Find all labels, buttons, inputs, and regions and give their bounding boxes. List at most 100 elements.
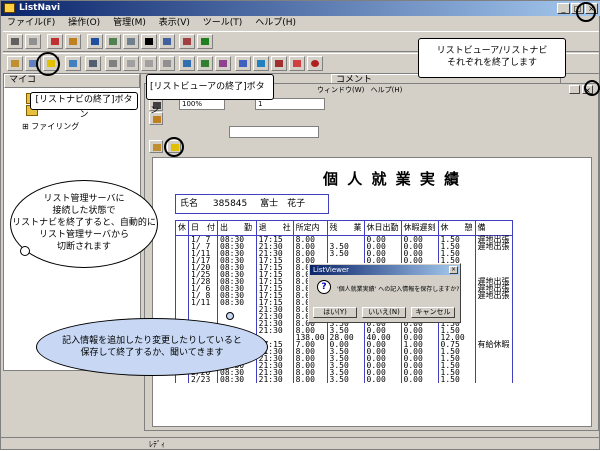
toolbar-button-9[interactable] (159, 34, 175, 49)
table-cell: 有給休暇 (474, 341, 513, 349)
menu-manage[interactable]: 管理(M) (113, 18, 146, 28)
table-cell: 3.50 (326, 376, 365, 384)
bubble-text: 保存して終了するか、聞いてきます (80, 348, 224, 358)
no-button[interactable]: いいえ(N) (362, 307, 406, 318)
table-cell (175, 271, 189, 278)
toolbar2-button-11[interactable] (197, 56, 213, 71)
table-cell: 退 社 (255, 220, 294, 236)
toolbar2-button-8[interactable] (141, 56, 157, 71)
dialog-title-bar: ListViewer (310, 265, 459, 275)
dialog-close-button[interactable]: × (449, 266, 458, 274)
font-select[interactable] (229, 126, 319, 138)
toolbar-button-3[interactable] (47, 34, 63, 49)
employee-id: 385845 (212, 199, 248, 209)
table-cell (175, 264, 189, 271)
toolbar-button-11[interactable] (197, 34, 213, 49)
toolbar2-button-4[interactable] (65, 56, 81, 71)
name-label: 氏名 (180, 199, 199, 209)
dialog-title: ListViewer (313, 266, 350, 274)
status-bar: ﾚﾃﾞｨ (1, 437, 600, 451)
table-cell: 備 (474, 220, 513, 236)
toolbar2-button-5[interactable] (85, 56, 101, 71)
toolbar2-button-17[interactable] (307, 56, 323, 71)
dialog-message: '個人就業実績' への記入情報を保存しますか? (337, 286, 460, 293)
toolbar2-button-16[interactable] (289, 56, 305, 71)
table-cell: 所定内 (292, 220, 328, 236)
callout-text: リストビューア/リストナビ (436, 46, 548, 56)
table-cell (217, 306, 257, 313)
toolbar2-button-9[interactable] (159, 56, 175, 71)
employee-box: 氏名 385845 富士 花子 (175, 194, 329, 214)
table-cell (474, 306, 513, 313)
viewer-exit-highlight (164, 137, 184, 157)
table-cell: 休日出勤 (363, 220, 402, 236)
tree-header: マイコ (4, 74, 140, 88)
table-cell (175, 250, 189, 257)
toolbar2-button-10[interactable] (179, 56, 195, 71)
table-cell (474, 250, 513, 257)
table-cell (474, 355, 513, 362)
toolbar-button-4[interactable] (65, 34, 81, 49)
toolbar-button-5[interactable] (87, 34, 103, 49)
menu-view[interactable]: 表示(V) (159, 18, 190, 28)
menu-operation[interactable]: 操作(O) (68, 18, 100, 28)
toolbar-button-6[interactable] (105, 34, 121, 49)
bubble-text: 切断されます (56, 242, 111, 252)
toolbar2-button-12[interactable] (215, 56, 231, 71)
toolbar2-button-15[interactable] (271, 56, 287, 71)
table-cell: 2/23 (188, 376, 218, 384)
question-icon: ? (317, 280, 331, 294)
page-value: 1 (258, 100, 263, 108)
table-cell: 0.00 (400, 376, 439, 384)
viewer-minimize-button[interactable] (569, 85, 580, 94)
menu-file[interactable]: ファイル(F) (7, 18, 55, 28)
table-cell (474, 376, 513, 383)
window-title: ListNavi (19, 3, 61, 13)
menu-window[interactable]: ウィンドウ(W) (317, 86, 364, 94)
minimize-button[interactable]: _ (557, 3, 570, 14)
tree-item[interactable]: ⊞ ファイリング (22, 121, 79, 132)
toolbar-button-7[interactable] (123, 34, 139, 49)
table-cell (175, 257, 189, 264)
status-text: ﾚﾃﾞｨ (149, 440, 165, 449)
table-cell (175, 278, 189, 285)
table-row: 2/23 08:30 21:30 8.00 3.50 0.00 0.00 1.50 (175, 376, 513, 384)
table-header: 休日 付出 勤退 社所定内残 業休日出勤 休暇遅刻休 憩備 (175, 220, 513, 236)
table-cell (474, 327, 513, 334)
toolbar2-button-13[interactable] (235, 56, 251, 71)
cancel-button[interactable]: キャンセル (411, 307, 455, 318)
menu-tools[interactable]: ツール(T) (203, 18, 243, 28)
table-cell (474, 257, 513, 264)
toolbar-button-10[interactable] (179, 34, 195, 49)
yes-button[interactable]: はい(Y) (313, 307, 357, 318)
table-cell (175, 299, 189, 306)
toolbar-button-1[interactable] (7, 34, 23, 49)
table-cell (474, 264, 513, 271)
toolbar2-button-7[interactable] (123, 56, 139, 71)
zoom-value: 100% (182, 100, 203, 108)
table-cell (175, 306, 189, 313)
table-cell (474, 320, 513, 327)
table-cell: 休 憩 (437, 220, 476, 236)
report-title: 個 人 就 業 実 績 (323, 170, 462, 188)
toolbar-button-2[interactable] (25, 34, 41, 49)
toolbar2-button-6[interactable] (105, 56, 121, 71)
bubble-text: 記入情報を追加したり変更したりしていると (62, 336, 242, 346)
menu-help-viewer[interactable]: ヘルプ(H) (371, 86, 403, 94)
table-cell: 休 (175, 220, 189, 236)
save-dialog: ListViewer × ? '個人就業実績' への記入情報を保存しますか? は… (308, 263, 461, 323)
delete-button[interactable] (141, 34, 157, 49)
table-cell (175, 376, 189, 383)
table-cell (217, 313, 257, 320)
toolbar2-button-14[interactable] (253, 56, 269, 71)
table-cell (474, 299, 513, 306)
table-cell (474, 362, 513, 369)
viewer-close-highlight (584, 80, 600, 96)
table-cell: 残 業 (326, 220, 365, 236)
menu-help[interactable]: ヘルプ(H) (255, 18, 296, 28)
title-bar: ListNavi (1, 1, 600, 16)
toolbar2-button-1[interactable] (7, 56, 23, 71)
table-cell: 遅地出張 (474, 292, 513, 300)
callout-text: それぞれを終了します (446, 58, 537, 68)
viewer-tool-3[interactable] (149, 140, 163, 153)
